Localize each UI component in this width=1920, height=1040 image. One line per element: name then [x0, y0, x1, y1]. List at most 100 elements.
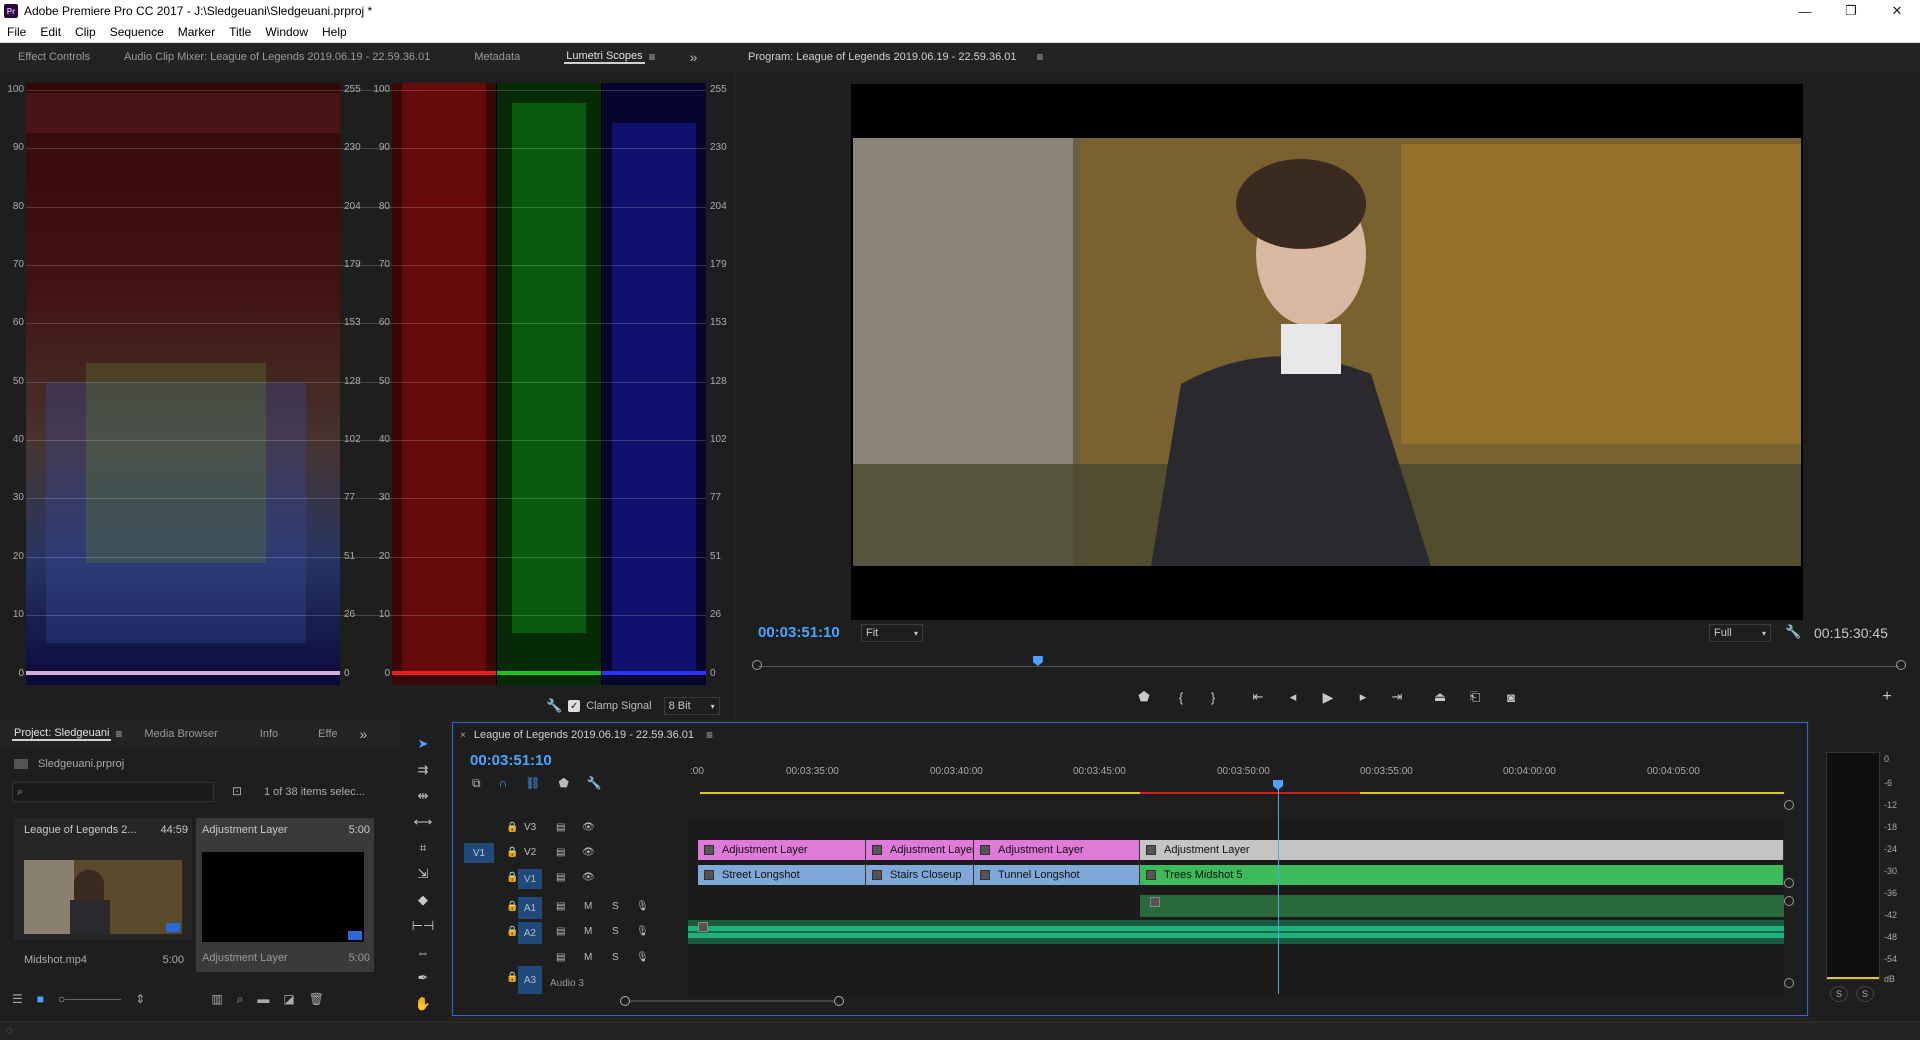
track-a1-mute-button[interactable]: M — [584, 901, 592, 912]
track-a2-mute-button[interactable]: M — [584, 926, 592, 937]
tab-metadata[interactable]: Metadata — [444, 51, 534, 63]
track-v2-sync-icon[interactable]: ▤ — [556, 847, 565, 858]
icon-view-icon[interactable]: ■ — [37, 992, 44, 1006]
timeline-tab[interactable]: × League of Legends 2019.06.19 - 22.59.3… — [460, 728, 713, 742]
add-marker-icon[interactable]: ⬟ — [558, 776, 568, 791]
panel-menu-icon[interactable]: ≡ — [706, 728, 713, 742]
lift-icon[interactable]: ⏏ — [1429, 686, 1451, 708]
linked-selection-icon[interactable]: ⛓ — [525, 776, 540, 791]
play-icon[interactable]: ▶ — [1317, 686, 1339, 708]
scrubber-end-handle[interactable] — [1896, 660, 1906, 670]
panel-menu-icon[interactable]: ≡ — [1037, 50, 1044, 64]
project-item-adjustment-layer[interactable]: Adjustment Layer 5:00 Adjustment Layer 5… — [196, 818, 374, 972]
slide-tool-icon[interactable]: ⇔ — [411, 940, 435, 964]
close-tab-icon[interactable]: × — [460, 730, 466, 741]
ripple-edit-tool-icon[interactable]: ⇹ — [411, 784, 435, 808]
scrubber-start-handle[interactable] — [752, 660, 762, 670]
step-back-icon[interactable]: ◂ — [1282, 686, 1304, 708]
slip-tool-icon[interactable]: ⊢⊣ — [411, 914, 435, 938]
pen-tool-icon[interactable]: ✒ — [411, 966, 435, 990]
minimize-button[interactable]: — — [1782, 0, 1828, 22]
source-patch-v1[interactable]: V1 — [464, 843, 494, 863]
track-a3-mute-button[interactable]: M — [584, 952, 592, 963]
program-current-timecode[interactable]: 00:03:51:10 — [758, 624, 840, 641]
track-a2-label[interactable]: A2 — [518, 922, 542, 944]
go-to-out-icon[interactable]: ⇥ — [1386, 686, 1408, 708]
tab-project[interactable]: Project: Sledgeuani — [12, 727, 112, 741]
menu-file[interactable]: File — [0, 25, 33, 39]
tab-effect-controls[interactable]: Effect Controls — [0, 51, 104, 63]
menu-sequence[interactable]: Sequence — [103, 25, 171, 39]
menu-edit[interactable]: Edit — [33, 25, 68, 39]
export-frame-camera-icon[interactable]: ◙ — [1500, 686, 1522, 708]
trash-icon[interactable]: 🗑 — [309, 992, 324, 1006]
track-a3-lock-icon[interactable]: 🔒 — [506, 972, 518, 983]
track-v2-lock-icon[interactable]: 🔒 — [506, 847, 518, 858]
rate-stretch-tool-icon[interactable]: ⌗ — [411, 836, 435, 860]
mark-in-icon[interactable]: { — [1170, 686, 1192, 708]
zoom-level-dropdown[interactable]: Fit ▾ — [861, 624, 923, 642]
track-a3-voiceover-icon[interactable]: 🎙 — [636, 952, 649, 963]
solo-left-button[interactable]: S — [1830, 986, 1848, 1002]
tab-lumetri-scopes[interactable]: Lumetri Scopes — [564, 50, 645, 64]
close-button[interactable]: ✕ — [1874, 0, 1920, 22]
step-forward-icon[interactable]: ▸ — [1352, 686, 1374, 708]
razor-tool-icon[interactable]: ◆ — [411, 888, 435, 912]
track-a1-lock-icon[interactable]: 🔒 — [506, 901, 518, 912]
timeline-settings-wrench-icon[interactable]: 🔧 — [587, 776, 602, 791]
maximize-button[interactable]: ❐ — [1828, 0, 1874, 22]
track-v1-eye-icon[interactable]: 👁 — [582, 872, 595, 883]
track-a2-solo-button[interactable]: S — [612, 926, 619, 937]
new-bin-from-search-icon[interactable]: ⊡ — [232, 784, 242, 798]
v1-clip[interactable]: Stairs Closeup — [866, 865, 974, 885]
track-a2-sync-icon[interactable]: ▤ — [556, 926, 565, 937]
program-scrubber[interactable] — [752, 656, 1906, 676]
panel-menu-icon[interactable]: ≡ — [649, 50, 656, 64]
button-editor-plus-icon[interactable]: + — [1876, 686, 1898, 708]
track-a3-sync-icon[interactable]: ▤ — [556, 952, 565, 963]
track-a1-voiceover-icon[interactable]: 🎙 — [636, 901, 649, 912]
vertical-zoom-handle[interactable] — [1784, 800, 1794, 810]
v2-clip[interactable]: Adjustment Layer — [974, 840, 1140, 860]
solo-right-button[interactable]: S — [1856, 986, 1874, 1002]
rolling-edit-tool-icon[interactable]: ⟷ — [411, 810, 435, 834]
settings-wrench-icon[interactable]: 🔧 — [1785, 624, 1801, 640]
track-a2-voiceover-icon[interactable]: 🎙 — [636, 926, 649, 937]
wrench-icon[interactable]: 🔧 — [546, 698, 562, 714]
new-item-icon[interactable]: ◪ — [283, 992, 294, 1006]
rate-tool-icon[interactable]: ⇲ — [411, 862, 435, 886]
zoom-slider[interactable]: ○ — [58, 992, 122, 1006]
clamp-signal-checkbox[interactable]: ✓ — [568, 700, 581, 712]
v1-clip[interactable]: Street Longshot — [698, 865, 866, 885]
nest-toggle-icon[interactable]: ⧉ — [472, 776, 481, 791]
automate-to-sequence-icon[interactable]: ▥ — [211, 992, 222, 1006]
track-a2-lock-icon[interactable]: 🔒 — [506, 926, 518, 937]
track-v1-label[interactable]: V1 — [518, 869, 542, 889]
track-v1-lock-icon[interactable]: 🔒 — [506, 872, 518, 883]
bit-depth-dropdown[interactable]: 8 Bit ▾ — [663, 697, 720, 715]
project-item-sequence[interactable]: League of Legends 2... 44:59 — [14, 818, 192, 940]
timeline-horizontal-scrollbar[interactable] — [620, 994, 844, 1006]
a2-audio-clip[interactable] — [688, 920, 1784, 944]
menu-window[interactable]: Window — [258, 25, 315, 39]
program-playhead[interactable] — [1032, 656, 1043, 666]
vertical-zoom-handle[interactable] — [1784, 878, 1794, 888]
track-v3-eye-icon[interactable]: 👁 — [582, 822, 595, 833]
track-v2-label[interactable]: V2 — [524, 847, 536, 858]
menu-marker[interactable]: Marker — [171, 25, 222, 39]
track-v1-sync-icon[interactable]: ▤ — [556, 872, 565, 883]
new-bin-icon[interactable]: ▬ — [257, 992, 269, 1006]
timeline-timecode[interactable]: 00:03:51:10 — [470, 752, 552, 769]
add-marker-icon[interactable]: ⬟ — [1133, 686, 1155, 708]
selection-tool-icon[interactable]: ➤ — [411, 732, 435, 756]
menu-help[interactable]: Help — [315, 25, 354, 39]
expand-panels-icon[interactable]: » — [360, 726, 368, 742]
menu-clip[interactable]: Clip — [68, 25, 103, 39]
track-v3-label[interactable]: V3 — [524, 822, 536, 833]
mark-out-icon[interactable]: } — [1202, 686, 1224, 708]
v1-clip-trees[interactable]: Trees Midshot 5 — [1140, 865, 1784, 885]
tab-effects[interactable]: Effe — [292, 728, 351, 740]
v2-clip-selected[interactable]: Adjustment Layer — [1140, 840, 1784, 860]
track-v2-eye-icon[interactable]: 👁 — [582, 847, 595, 858]
track-a1-label[interactable]: A1 — [518, 897, 542, 919]
